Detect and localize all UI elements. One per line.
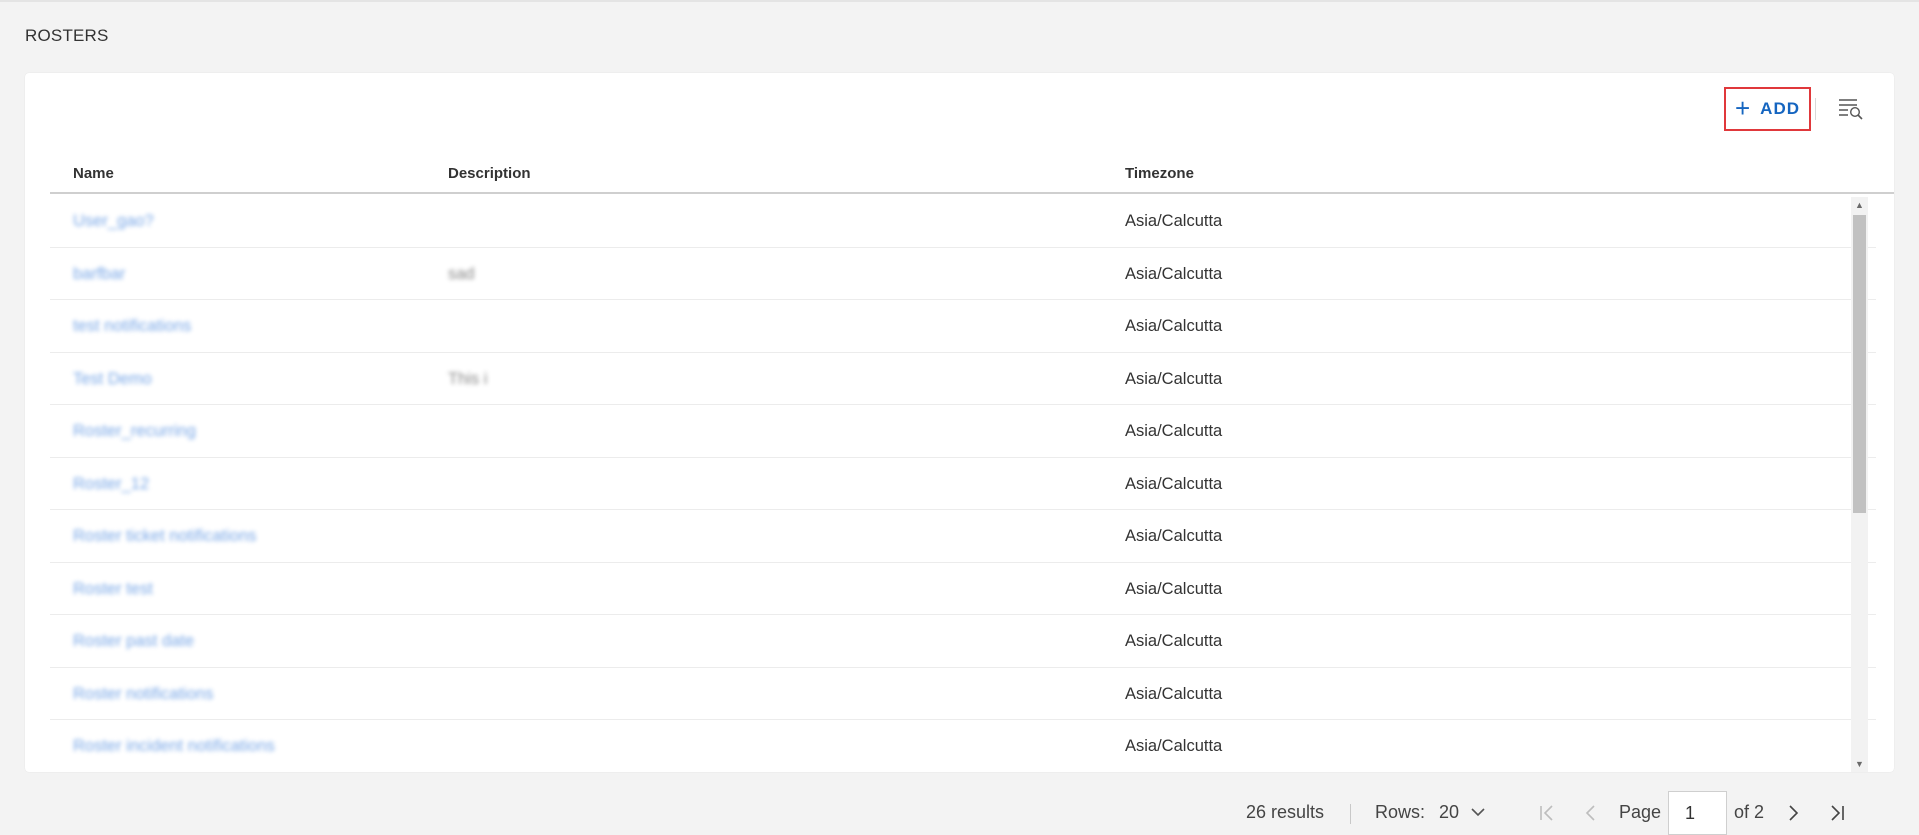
add-button-label: ADD — [1760, 99, 1801, 118]
table-row: Roster notifications Asia/Calcutta — [50, 668, 1876, 720]
add-button[interactable]: + ADD — [1724, 87, 1811, 131]
roster-name-link[interactable]: Roster_12 — [73, 475, 149, 494]
table-row: test notifications Asia/Calcutta — [50, 300, 1876, 353]
roster-timezone: Asia/Calcutta — [1125, 632, 1223, 650]
roster-name-link[interactable]: User_gao? — [73, 212, 154, 231]
page-number-input[interactable] — [1668, 791, 1727, 835]
roster-timezone: Asia/Calcutta — [1125, 212, 1223, 230]
next-page-icon[interactable] — [1783, 802, 1803, 824]
toolbar-divider — [1815, 98, 1816, 120]
roster-timezone: Asia/Calcutta — [1125, 264, 1223, 283]
rosters-card: + ADD Name Description Timezone User_gao… — [25, 73, 1894, 772]
column-header-timezone[interactable]: Timezone — [1125, 165, 1194, 182]
table-header: Name Description Timezone — [50, 153, 1894, 194]
table-row: User_gao? Asia/Calcutta — [50, 195, 1876, 248]
table-row: Test Demo This i Asia/Calcutta — [50, 353, 1876, 405]
first-page-icon[interactable] — [1537, 802, 1557, 824]
plus-icon: + — [1734, 93, 1752, 123]
roster-timezone: Asia/Calcutta — [1125, 317, 1223, 335]
table-row: Roster incident notifications Asia/Calcu… — [50, 720, 1876, 772]
roster-name-link[interactable]: Roster ticket notifications — [73, 527, 256, 546]
roster-name-link[interactable]: Roster incident notifications — [73, 737, 275, 756]
top-divider — [0, 0, 1919, 2]
roster-name-link[interactable]: Test Demo — [73, 370, 152, 389]
table-row: Roster test Asia/Calcutta — [50, 563, 1876, 615]
pagination-divider — [1350, 804, 1351, 824]
table-row: barfbar sad Asia/Calcutta — [50, 248, 1876, 300]
page-total: of 2 — [1734, 802, 1765, 822]
column-header-name[interactable]: Name — [73, 165, 114, 182]
roster-timezone: Asia/Calcutta — [1125, 527, 1223, 545]
roster-description: This i — [448, 369, 488, 388]
table-row: Roster_recurring Asia/Calcutta — [50, 405, 1876, 458]
filter-search-icon[interactable] — [1837, 95, 1865, 121]
last-page-icon[interactable] — [1827, 802, 1847, 824]
scroll-down-arrow-icon[interactable]: ▼ — [1851, 756, 1868, 772]
roster-name-link[interactable]: Roster_recurring — [73, 422, 196, 441]
page-title: ROSTERS — [25, 26, 109, 45]
table-row: Roster ticket notifications Asia/Calcutt… — [50, 510, 1876, 563]
roster-name-link[interactable]: Roster past date — [73, 632, 194, 651]
scroll-up-arrow-icon[interactable]: ▲ — [1851, 197, 1868, 213]
roster-timezone: Asia/Calcutta — [1125, 684, 1223, 703]
roster-description: sad — [448, 264, 475, 283]
column-header-description[interactable]: Description — [448, 165, 531, 182]
roster-name-link[interactable]: Roster test — [73, 580, 153, 599]
roster-timezone: Asia/Calcutta — [1125, 422, 1223, 440]
rows-per-page-select[interactable]: 20 — [1439, 802, 1459, 823]
roster-name-link[interactable]: Roster notifications — [73, 685, 213, 704]
table-body: User_gao? Asia/Calcutta barfbar sad Asia… — [50, 195, 1876, 772]
roster-name-link[interactable]: test notifications — [73, 317, 191, 336]
results-count: 26 results — [1246, 802, 1325, 822]
table-row: Roster past date Asia/Calcutta — [50, 615, 1876, 668]
rows-per-page-label: Rows: — [1375, 802, 1426, 822]
roster-timezone: Asia/Calcutta — [1125, 737, 1223, 755]
table-row: Roster_12 Asia/Calcutta — [50, 458, 1876, 510]
roster-timezone: Asia/Calcutta — [1125, 474, 1223, 493]
roster-timezone: Asia/Calcutta — [1125, 579, 1223, 598]
scrollbar-thumb[interactable] — [1853, 215, 1866, 513]
roster-timezone: Asia/Calcutta — [1125, 369, 1223, 388]
page-label: Page — [1619, 802, 1662, 822]
chevron-down-icon[interactable] — [1469, 802, 1487, 822]
roster-name-link[interactable]: barfbar — [73, 265, 125, 284]
pagination-bar: 26 results Rows: 20 Page of 2 — [0, 790, 1919, 835]
previous-page-icon[interactable] — [1581, 802, 1601, 824]
